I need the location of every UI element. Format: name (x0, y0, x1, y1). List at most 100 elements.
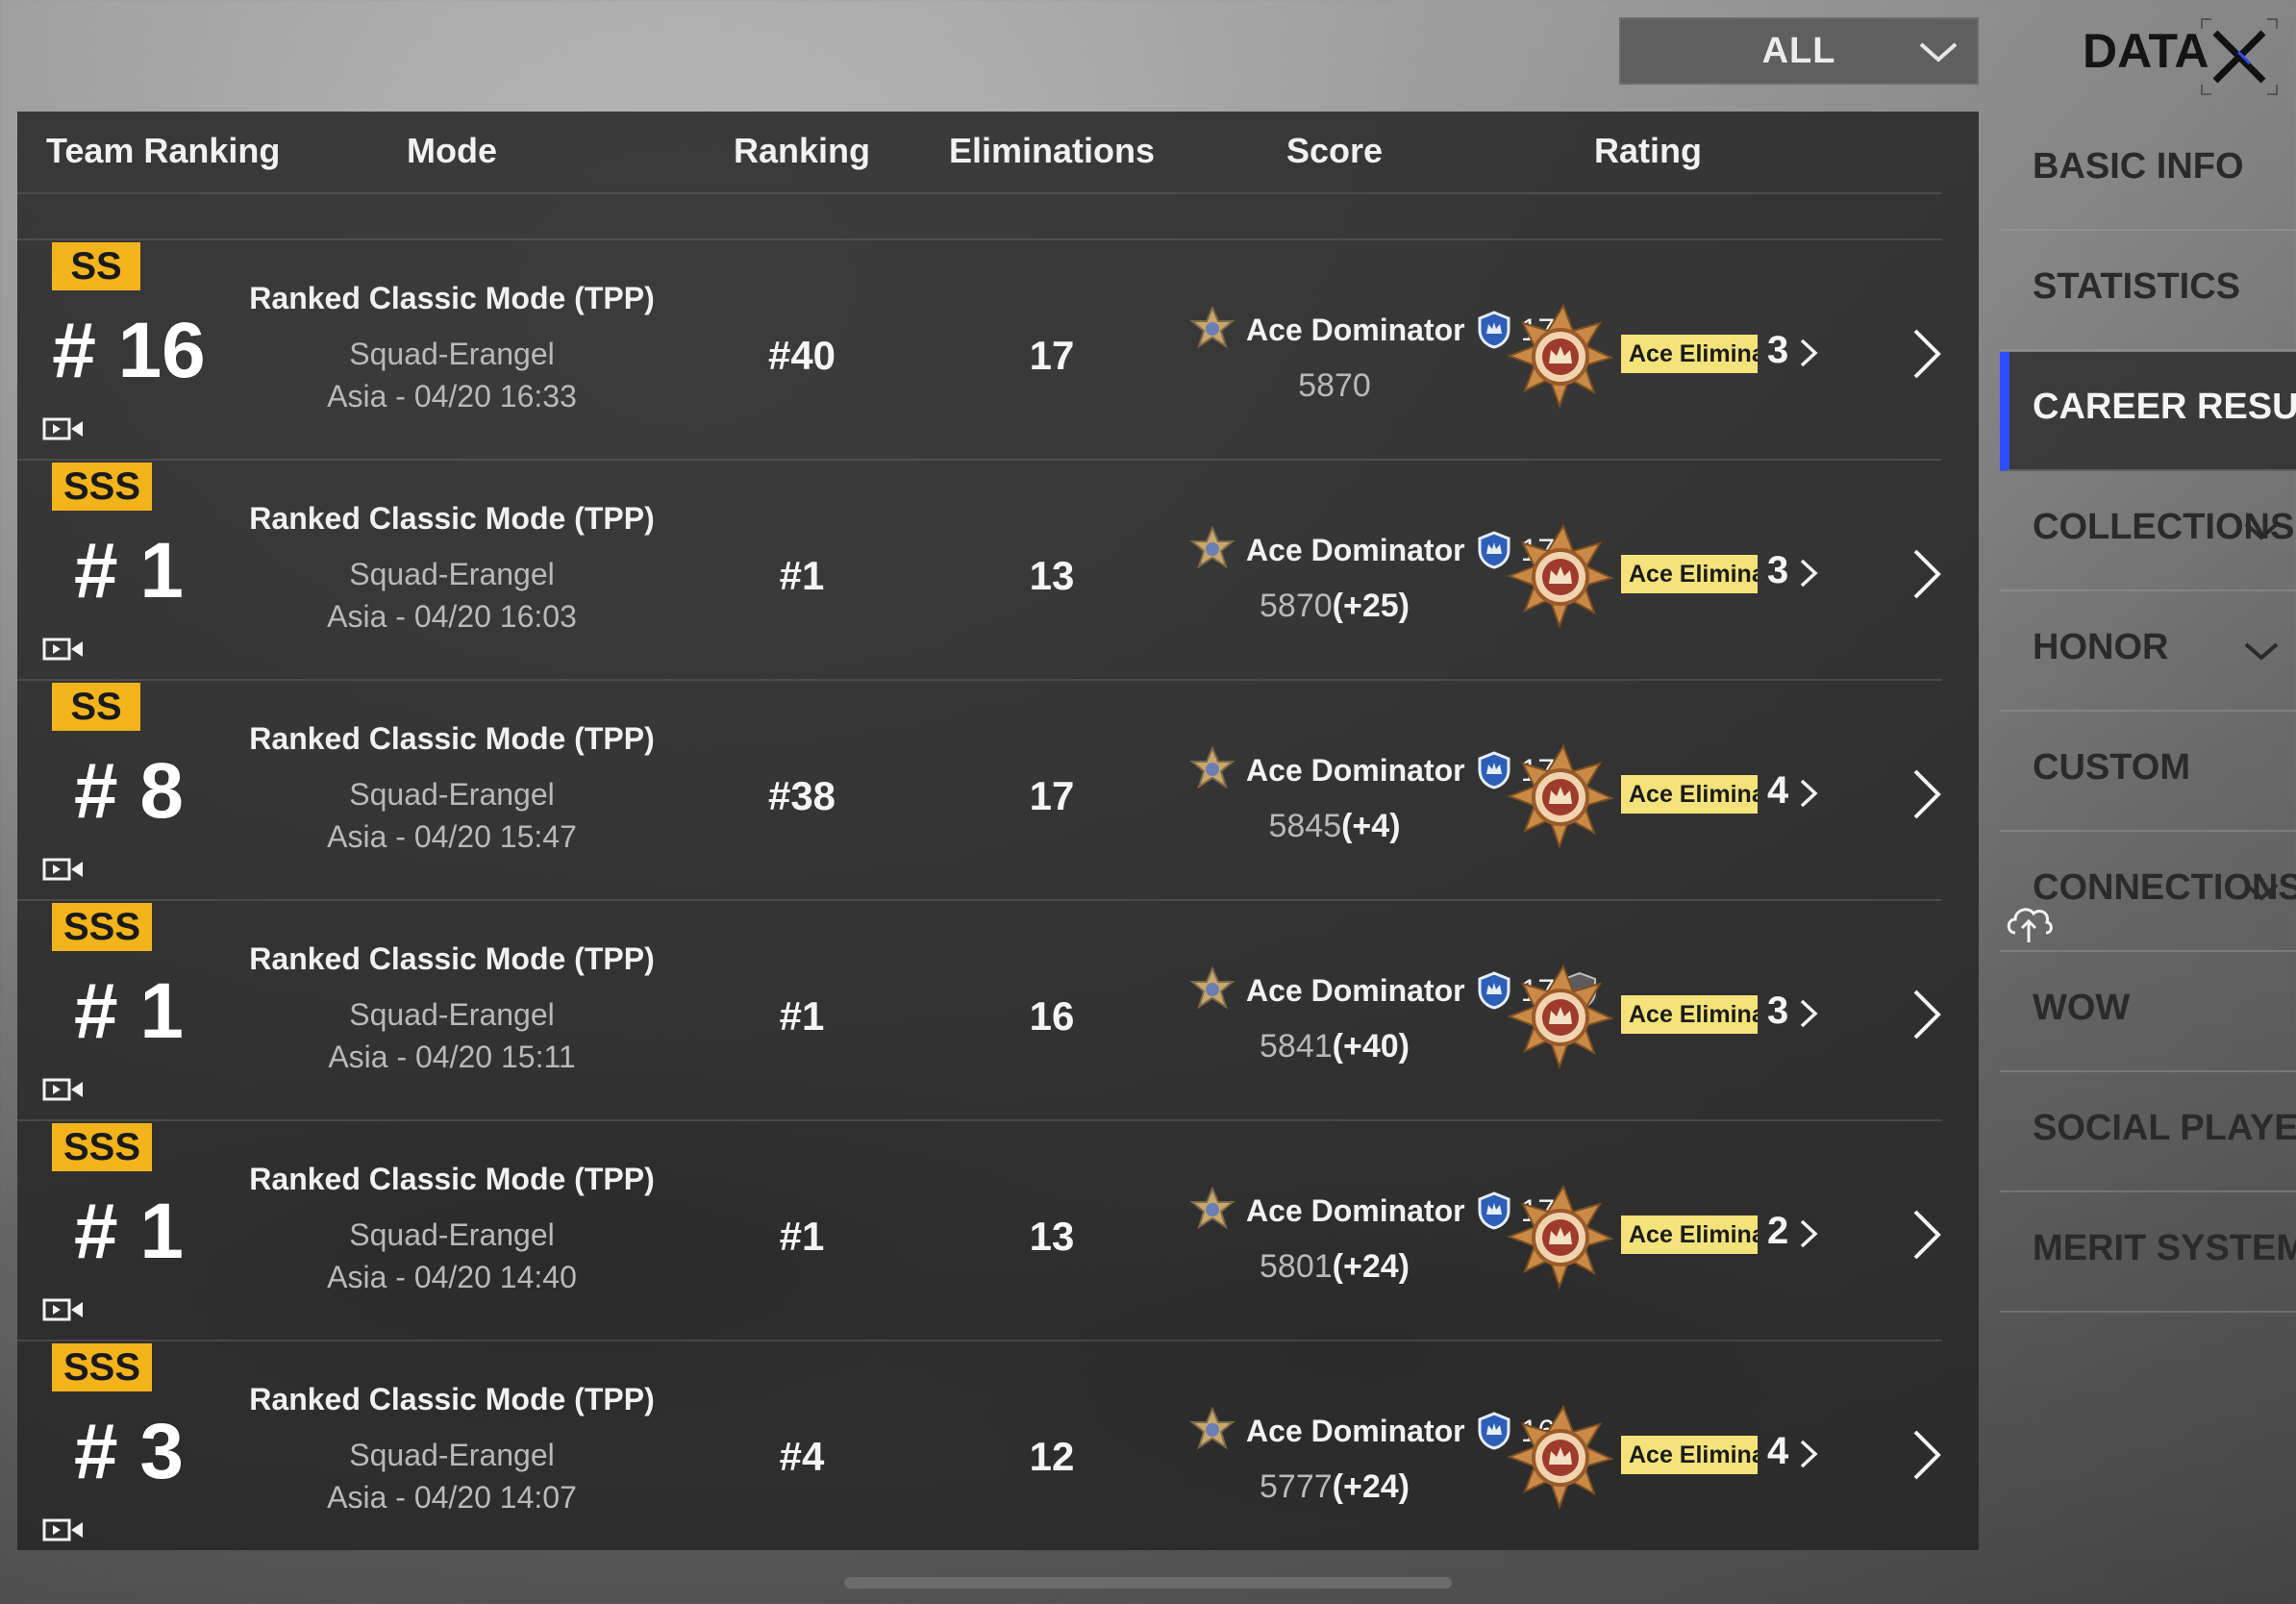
mode-map: Squad-Erangel (349, 557, 555, 591)
tier-name: Ace Dominator (1246, 532, 1465, 567)
table-row[interactable]: SSS # 1 Ranked Classic Mode (TPP) Squad-… (17, 459, 1942, 678)
tier-badge-icon (1189, 1187, 1235, 1230)
chevron-right-icon[interactable] (1798, 1438, 1819, 1470)
medal-label: Ace Eliminator (1621, 1216, 1758, 1254)
tier-name: Ace Dominator (1246, 752, 1465, 788)
row-detail-arrow-icon[interactable] (1911, 1428, 1942, 1482)
sidebar-item-custom[interactable]: CUSTOM (2000, 713, 2296, 832)
row-detail-arrow-icon[interactable] (1911, 988, 1942, 1041)
home-indicator (844, 1577, 1452, 1589)
medal-count: 4 (1767, 1430, 1789, 1472)
mode-title: Ranked Classic Mode (TPP) (249, 1382, 655, 1416)
medal-count: 3 (1767, 329, 1789, 371)
sidebar-item-career-results[interactable]: CAREER RESULTS (2000, 352, 2296, 471)
sidebar-item-label: CUSTOM (2033, 747, 2190, 788)
row-detail-arrow-icon[interactable] (1911, 1208, 1942, 1262)
chevron-right-icon[interactable] (1798, 777, 1819, 810)
header-rating: Rating (1594, 131, 1702, 170)
score-base: 5777 (1260, 1468, 1333, 1505)
match-time: Asia - 04/20 14:40 (327, 1260, 577, 1294)
sidebar-item-social-player-cai[interactable]: SOCIAL PLAYER CAI (2000, 1073, 2296, 1192)
chevron-right-icon[interactable] (1798, 337, 1819, 369)
match-time: Asia - 04/20 15:47 (327, 819, 577, 854)
medal-count: 4 (1767, 769, 1789, 812)
sidebar-item-wow[interactable]: WOW (2000, 953, 2296, 1072)
mode-title: Ranked Classic Mode (TPP) (249, 281, 655, 315)
score-base: 5801 (1260, 1248, 1333, 1285)
table-row[interactable]: SS # 8 Ranked Classic Mode (TPP) Squad-E… (17, 679, 1942, 898)
mode-filter-dropdown[interactable]: ALL (1619, 17, 1979, 85)
placement-ranking: #38 (767, 773, 836, 818)
sidebar-item-label: BASIC INFO (2033, 146, 2244, 187)
grade-badge: SSS (52, 463, 153, 511)
sidebar-item-label: SOCIAL PLAYER CAI (2033, 1108, 2296, 1148)
header-team-ranking: Team Ranking (46, 131, 281, 170)
chevron-right-icon[interactable] (1798, 557, 1819, 589)
chevron-down-icon (1919, 42, 1958, 63)
mode-title: Ranked Classic Mode (TPP) (249, 501, 655, 536)
video-replay-icon[interactable] (42, 856, 85, 883)
table-row[interactable]: SSS # 1 Ranked Classic Mode (TPP) Squad-… (17, 1119, 1942, 1339)
table-header: Team Ranking Mode Ranking Eliminations S… (17, 112, 1942, 194)
tier-info: Ace Dominator 17 (1188, 306, 1555, 354)
grade-badge: SSS (52, 903, 153, 951)
video-replay-icon[interactable] (42, 636, 85, 663)
tier-info: Ace Dominator 17 (1188, 1187, 1555, 1235)
team-rank: # 1 (74, 1188, 184, 1275)
score-value: 5841(+40) (1260, 1028, 1410, 1065)
mode-title: Ranked Classic Mode (TPP) (249, 721, 655, 756)
sidebar-item-collections[interactable]: COLLECTIONS (2000, 472, 2296, 591)
team-rank: # 1 (74, 967, 184, 1055)
score-value: 5845(+4) (1268, 808, 1400, 845)
cloud-upload-icon[interactable] (2004, 900, 2054, 944)
video-replay-icon[interactable] (42, 1296, 85, 1323)
tier-name: Ace Dominator (1246, 1413, 1465, 1448)
close-icon[interactable] (2200, 17, 2279, 96)
sidebar-item-basic-info[interactable]: BASIC INFO (2000, 112, 2296, 231)
mode-map: Squad-Erangel (349, 997, 555, 1032)
row-detail-arrow-icon[interactable] (1911, 767, 1942, 821)
tier-badge-icon (1189, 966, 1235, 1010)
sidebar-item-merit-system[interactable]: MERIT SYSTEM (2000, 1193, 2296, 1313)
sidebar-item-label: CAREER RESULTS (2033, 387, 2296, 427)
career-results-table: Team Ranking Mode Ranking Eliminations S… (17, 112, 1979, 1550)
sidebar-item-statistics[interactable]: STATISTICS (2000, 232, 2296, 351)
row-detail-arrow-icon[interactable] (1911, 547, 1942, 601)
mode-map: Squad-Erangel (349, 1438, 555, 1472)
chevron-right-icon[interactable] (1798, 997, 1819, 1030)
grade-badge: SSS (52, 1343, 153, 1391)
chevron-down-icon (2244, 642, 2279, 661)
chevron-right-icon[interactable] (1798, 1217, 1819, 1250)
header-score: Score (1285, 131, 1384, 170)
tier-info: Ace Dominator 16 (1188, 1407, 1555, 1455)
video-replay-icon[interactable] (42, 415, 85, 442)
eliminations-value: 17 (1029, 773, 1075, 818)
video-replay-icon[interactable] (42, 1516, 85, 1543)
tier-name: Ace Dominator (1246, 1192, 1465, 1228)
score-delta: (+40) (1332, 1028, 1410, 1065)
table-row[interactable]: SSS # 1 Ranked Classic Mode (TPP) Squad-… (17, 899, 1942, 1118)
page-title: DATA (2083, 24, 2209, 78)
sidebar-item-label: HONOR (2033, 627, 2169, 667)
medal-count: 2 (1767, 1210, 1789, 1252)
chevron-down-icon (2244, 522, 2279, 540)
video-replay-icon[interactable] (42, 1076, 85, 1103)
header-mode: Mode (407, 131, 497, 170)
placement-ranking: #1 (779, 1214, 825, 1259)
table-row[interactable]: SS # 16 Ranked Classic Mode (TPP) Squad-… (17, 238, 1942, 458)
row-detail-arrow-icon[interactable] (1911, 327, 1942, 381)
eliminations-value: 16 (1029, 993, 1075, 1039)
score-delta: (+24) (1332, 1468, 1410, 1505)
score-base: 5870 (1298, 367, 1371, 404)
score-value: 5801(+24) (1260, 1248, 1410, 1286)
sidebar: BASIC INFO STATISTICS CAREER RESULTS COLLEC… (2000, 112, 2296, 1604)
mode-title: Ranked Classic Mode (TPP) (249, 941, 655, 976)
tier-badge-icon (1189, 526, 1235, 569)
score-delta: (+4) (1341, 808, 1401, 844)
sidebar-item-honor[interactable]: HONOR (2000, 592, 2296, 712)
eliminations-value: 17 (1029, 333, 1075, 378)
table-row[interactable]: SSS # 3 Ranked Classic Mode (TPP) Squad-… (17, 1340, 1942, 1559)
medal-label: Ace Eliminator (1621, 1436, 1758, 1474)
eliminations-value: 13 (1029, 1214, 1075, 1259)
team-rank: # 8 (74, 747, 184, 835)
